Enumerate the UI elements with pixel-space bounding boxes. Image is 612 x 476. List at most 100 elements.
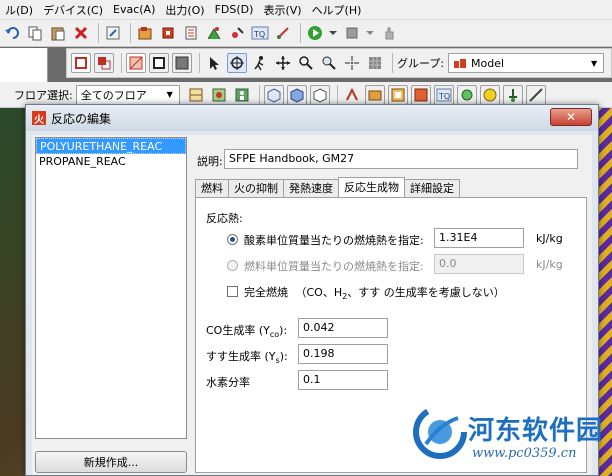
tool-text-icon[interactable]: TQ [433, 84, 454, 105]
chevron-down-icon[interactable]: ▼ [163, 88, 177, 102]
list-item[interactable]: PROPANE_REAC [36, 154, 186, 170]
floor-person-icon[interactable] [232, 85, 252, 105]
view-top-icon[interactable] [286, 84, 307, 105]
hand-icon[interactable] [379, 23, 399, 43]
hydrogen-fraction-input[interactable]: 0.1 [298, 370, 388, 390]
fuel-heat-label: 燃料単位質量当たりの燃焼熱を指定: [244, 260, 424, 273]
tab-heat-release[interactable]: 発熱速度 [283, 179, 339, 197]
floor-map-icon[interactable] [186, 85, 206, 105]
watermark-name: 河东软件园 [468, 416, 604, 446]
description-label: 説明: [197, 155, 223, 168]
menu-bar: ル(D) デバイス(C) Evac(A) 出力(O) FDS(D) 表示(V) … [0, 0, 612, 20]
surface-icon[interactable] [158, 23, 178, 43]
reaction-list[interactable]: POLYURETHANE_REAC PROPANE_REAC [35, 137, 187, 439]
soot-yield-label: すす生成率 (Ys): [206, 350, 288, 366]
close-button[interactable]: ✕ [550, 108, 592, 126]
paste-icon[interactable] [48, 23, 68, 43]
heat-of-reaction-label: 反応熱: [206, 212, 243, 225]
description-input[interactable]: SFPE Handbook, GM27 [224, 149, 578, 169]
particle-icon[interactable] [204, 23, 224, 43]
walk-icon[interactable] [250, 53, 270, 73]
tool-fan-icon[interactable] [456, 84, 477, 105]
fuel-heat-radio[interactable] [227, 260, 238, 271]
tab-suppression[interactable]: 火の抑制 [228, 179, 284, 197]
watermark-logo-icon [413, 405, 467, 459]
menu-device[interactable]: デバイス(C) [38, 2, 108, 18]
tab-fuel[interactable]: 燃料 [195, 179, 229, 197]
copy-icon[interactable] [25, 23, 45, 43]
menu-help[interactable]: ヘルプ(H) [307, 2, 367, 18]
floor-image-icon[interactable] [209, 85, 229, 105]
menu-evac[interactable]: Evac(A) [108, 3, 160, 16]
zoom-box-icon[interactable] [319, 53, 339, 73]
group-model-icon [454, 59, 467, 68]
edit-icon[interactable] [103, 23, 123, 43]
dialog-title: 反応の編集 [51, 111, 112, 126]
dialog-titlebar[interactable]: 火 反応の編集 ✕ [26, 105, 598, 131]
view-box-icon[interactable] [149, 53, 169, 73]
device-icon[interactable] [227, 23, 247, 43]
oxygen-heat-label: 酸素単位質量当たりの燃焼熱を指定: [244, 234, 424, 247]
zoom-icon[interactable] [296, 53, 316, 73]
watermark-url: www.pc0359.cn [472, 446, 577, 461]
floor-label: フロア選択: [14, 88, 73, 102]
view-front-icon[interactable] [309, 84, 330, 105]
delete-icon[interactable] [71, 23, 91, 43]
view-solid-icon[interactable] [94, 53, 114, 73]
floor-select[interactable]: 全てのフロア ▼ [75, 84, 180, 105]
co-yield-label: CO生成率 (Yco): [206, 324, 288, 340]
stop-dropdown-icon[interactable] [365, 23, 375, 43]
tab-bar: 燃料 火の抑制 発熱速度 反応生成物 詳細設定 [195, 177, 460, 197]
oxygen-heat-radio[interactable] [227, 234, 238, 245]
tab-advanced[interactable]: 詳細設定 [404, 179, 460, 197]
run-icon[interactable] [305, 23, 325, 43]
oxygen-heat-input[interactable]: 1.31E4 [434, 228, 524, 248]
svg-text:TQ: TQ [253, 30, 265, 39]
view-toolbar: グループ: Model ▼ [66, 48, 612, 78]
fuel-heat-unit: kJ/kg [536, 258, 563, 271]
pan-icon[interactable] [273, 53, 293, 73]
undo-icon[interactable] [2, 23, 22, 43]
tool-measure-icon[interactable] [525, 84, 546, 105]
material-icon[interactable] [181, 23, 201, 43]
watermark: 河东软件园 www.pc0359.cn [412, 404, 612, 476]
new-reaction-button[interactable]: 新規作成... [35, 451, 187, 473]
floor-select-value: 全てのフロア [80, 88, 147, 102]
complete-combustion-checkbox[interactable] [227, 286, 238, 297]
oxygen-heat-unit: kJ/kg [536, 232, 563, 245]
reaction-tool-icon[interactable]: TQ [250, 23, 270, 43]
view-iso-icon[interactable] [263, 84, 284, 105]
ramp-icon[interactable] [273, 23, 293, 43]
tool-obstruction-icon[interactable] [342, 85, 362, 105]
complete-combustion-label: 完全燃焼 （CO、H2、すす の生成率を考慮しない） [244, 286, 505, 302]
list-item[interactable]: POLYURETHANE_REAC [36, 138, 186, 154]
group-select[interactable]: Model ▼ [448, 53, 605, 73]
group-select-value: Model [471, 56, 505, 70]
run-dropdown-icon[interactable] [328, 23, 338, 43]
menu-output[interactable]: 出力(O) [160, 2, 209, 18]
orbit-icon[interactable] [227, 53, 247, 73]
tool-hole-icon[interactable] [387, 84, 408, 105]
tool-fire-icon[interactable] [479, 84, 500, 105]
co-yield-input[interactable]: 0.042 [298, 318, 388, 338]
soot-yield-input[interactable]: 0.198 [298, 344, 388, 364]
menu-model[interactable]: ル(D) [0, 2, 38, 18]
view-wireframe-icon[interactable] [71, 53, 91, 73]
tool-block-icon[interactable] [364, 84, 385, 105]
pyrosim-app-icon: 火 [32, 111, 46, 126]
stop-icon[interactable] [342, 23, 362, 43]
view-shade-icon[interactable] [172, 53, 192, 73]
menu-view[interactable]: 表示(V) [258, 2, 306, 18]
tool-vent-icon[interactable] [410, 84, 431, 105]
group-label: グループ: [397, 57, 445, 70]
menu-fds[interactable]: FDS(D) [210, 3, 259, 16]
select-pointer-icon[interactable] [204, 53, 224, 73]
tool-sprinkler-icon[interactable] [502, 84, 523, 105]
chevron-down-icon[interactable]: ▼ [587, 56, 601, 70]
svg-text:TQ: TQ [438, 92, 450, 101]
view-hatch-icon[interactable] [126, 53, 146, 73]
crosshair-icon[interactable] [342, 53, 362, 73]
grid-snap-icon[interactable] [365, 53, 385, 73]
mesh-icon[interactable] [135, 23, 155, 43]
tab-byproducts[interactable]: 反応生成物 [338, 177, 405, 197]
